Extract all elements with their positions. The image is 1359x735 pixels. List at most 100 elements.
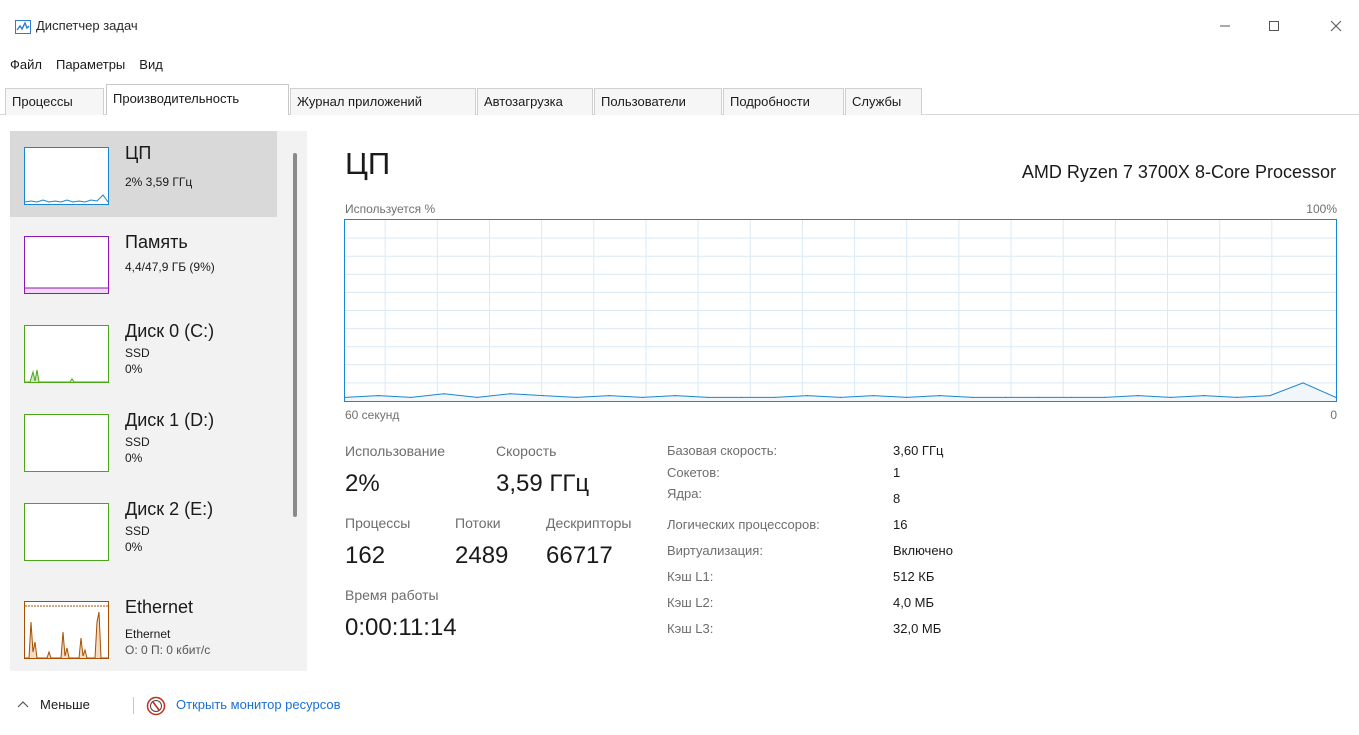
sidebar-item-title: Диск 1 (D:) xyxy=(125,410,215,430)
info-value-l2-cache: 4,0 МБ xyxy=(893,595,935,610)
disk-2-mini-graph xyxy=(24,503,109,561)
sidebar-item-disk-0[interactable]: Диск 0 (C:) SSD 0% xyxy=(10,309,277,395)
cpu-usage-point xyxy=(1203,394,1205,397)
graph-label-max: 100% xyxy=(1306,202,1337,216)
sidebar-item-title: Диск 0 (C:) xyxy=(125,321,215,341)
fewer-details-button[interactable]: Меньше xyxy=(40,697,90,712)
sidebar-item-value: 2% 3,59 ГГц xyxy=(125,175,193,189)
info-label-l2-cache: Кэш L2: xyxy=(667,595,714,610)
cpu-usage-point xyxy=(939,394,941,397)
cpu-usage-area xyxy=(345,382,1336,401)
usage-value: 2% xyxy=(345,470,380,497)
page-title: ЦП xyxy=(345,146,391,181)
sidebar-item-title: Диск 2 (E:) xyxy=(125,499,214,519)
disk-0-mini-graph-line xyxy=(25,369,108,383)
cpu-usage-point xyxy=(1137,394,1139,397)
cpu-usage-point xyxy=(839,396,842,398)
graph-label-zero: 0 xyxy=(1330,408,1337,422)
cpu-usage-point xyxy=(1302,382,1304,384)
cpu-usage-point xyxy=(1038,396,1040,398)
scrollbar-thumb[interactable] xyxy=(293,153,297,517)
speed-value: 3,59 ГГц xyxy=(496,470,590,497)
tab-users[interactable]: Пользователи xyxy=(594,88,722,115)
cpu-usage-point xyxy=(707,396,709,398)
sidebar-item-value: 0% xyxy=(125,540,143,554)
uptime-label: Время работы xyxy=(345,587,439,603)
sidebar-item-cpu[interactable]: ЦП 2% 3,59 ГГц xyxy=(10,131,277,217)
tab-startup[interactable]: Автозагрузка xyxy=(477,88,593,115)
cpu-usage-point xyxy=(1104,396,1106,398)
cpu-mini-graph xyxy=(24,147,109,205)
sidebar-item-type: SSD xyxy=(125,435,150,449)
cpu-usage-point xyxy=(740,396,742,398)
tab-services[interactable]: Службы xyxy=(845,88,922,115)
menu-bar: Файл Параметры Вид xyxy=(0,54,170,76)
sidebar-item-disk-1[interactable]: Диск 1 (D:) SSD 0% xyxy=(10,398,277,484)
cpu-usage-point xyxy=(377,394,379,397)
cpu-chart-svg xyxy=(344,220,1337,401)
tab-processes[interactable]: Процессы xyxy=(5,88,104,115)
threads-value: 2489 xyxy=(455,542,509,569)
info-value-sockets: 1 xyxy=(893,465,901,480)
cpu-usage-point xyxy=(1005,396,1007,398)
info-label-sockets: Сокетов: xyxy=(667,465,720,480)
menu-options[interactable]: Параметры xyxy=(49,54,132,76)
info-value-cores: 8 xyxy=(893,491,901,506)
cpu-usage-point xyxy=(872,394,875,397)
tab-app-history[interactable]: Журнал приложений xyxy=(290,88,476,115)
info-label-l3-cache: Кэш L3: xyxy=(667,621,714,636)
memory-mini-graph xyxy=(24,236,109,294)
disk-0-mini-graph xyxy=(24,325,109,383)
minimize-button[interactable] xyxy=(1202,10,1248,42)
title-bar: Диспетчер задач xyxy=(0,0,1359,50)
sidebar-item-value: 0% xyxy=(125,451,143,465)
footer-divider xyxy=(133,697,134,714)
menu-view[interactable]: Вид xyxy=(132,54,170,76)
chevron-up-icon[interactable] xyxy=(17,699,29,709)
processes-label: Процессы xyxy=(345,515,411,531)
handles-label: Дескрипторы xyxy=(546,515,632,531)
info-value-virtualization: Включено xyxy=(893,543,953,558)
sidebar-item-memory[interactable]: Память 4,4/47,9 ГБ (9%) xyxy=(10,220,277,306)
sidebar-scrollbar[interactable] xyxy=(281,131,307,671)
maximize-button[interactable] xyxy=(1251,10,1297,42)
cpu-usage-point xyxy=(674,394,676,397)
sidebar-item-title: Память xyxy=(125,232,188,252)
open-resource-monitor-link[interactable]: Открыть монитор ресурсов xyxy=(176,697,340,712)
info-value-l1-cache: 512 КБ xyxy=(893,569,935,584)
sidebar-item-ethernet[interactable]: Ethernet Ethernet О: 0 П: 0 кбит/с xyxy=(10,585,277,671)
info-label-logical-processors: Логических процессоров: xyxy=(667,517,820,532)
info-value-base-speed: 3,60 ГГц xyxy=(893,443,944,458)
graph-label-usage: Используется % xyxy=(345,202,436,216)
ethernet-mini-graph xyxy=(24,601,109,659)
cpu-usage-point xyxy=(773,396,776,398)
speed-label: Скорость xyxy=(496,443,557,459)
cpu-usage-point xyxy=(641,396,643,398)
cpu-usage-point xyxy=(410,396,412,398)
cpu-usage-point xyxy=(542,394,544,397)
sidebar-item-type: SSD xyxy=(125,524,150,538)
sidebar-item-title: ЦП xyxy=(125,143,152,163)
ethernet-mini-graph-line xyxy=(25,605,108,659)
close-button[interactable] xyxy=(1313,10,1359,42)
sidebar-item-value: 0% xyxy=(125,362,143,376)
minimize-icon xyxy=(1220,25,1230,27)
cpu-usage-point xyxy=(1170,396,1172,398)
uptime-value: 0:00:11:14 xyxy=(345,614,457,641)
cpu-usage-graph xyxy=(344,219,1337,402)
tab-details[interactable]: Подробности xyxy=(723,88,844,115)
cpu-usage-point xyxy=(972,396,974,398)
cpu-usage-point xyxy=(1269,394,1271,397)
tab-performance[interactable]: Производительность xyxy=(106,84,289,115)
menu-file[interactable]: Файл xyxy=(0,54,49,76)
info-value-logical-processors: 16 xyxy=(893,517,908,532)
cpu-mini-graph-line xyxy=(24,194,109,203)
handles-value: 66717 xyxy=(546,542,613,569)
cpu-usage-point xyxy=(476,396,478,398)
usage-label: Использование xyxy=(345,443,446,459)
cpu-usage-point xyxy=(608,394,610,397)
cpu-usage-point xyxy=(575,396,577,398)
info-value-l3-cache: 32,0 МБ xyxy=(893,621,942,636)
processor-name: AMD Ryzen 7 3700X 8-Core Processor xyxy=(1021,162,1336,182)
sidebar-item-disk-2[interactable]: Диск 2 (E:) SSD 0% xyxy=(10,487,277,573)
